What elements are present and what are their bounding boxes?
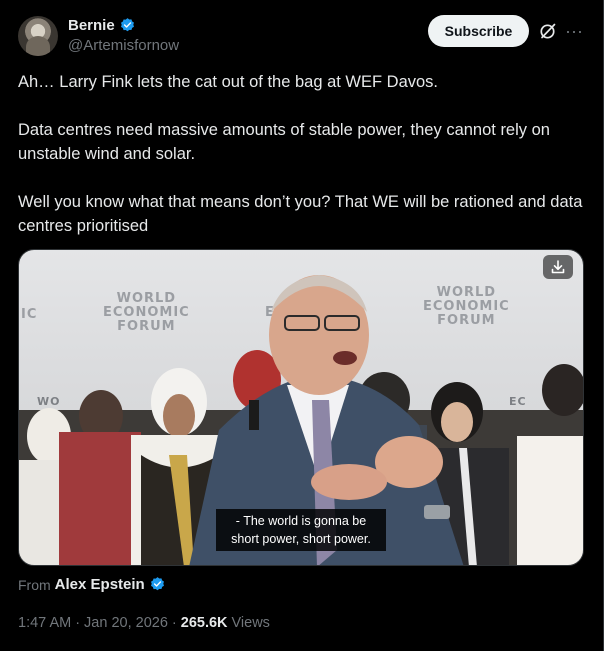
tweet-paragraph: Ah… Larry Fink lets the cat out of the b…	[18, 73, 439, 91]
tweet-text: Ah… Larry Fink lets the cat out of the b…	[18, 70, 588, 238]
source-name[interactable]: Alex Epstein	[55, 576, 145, 593]
display-name[interactable]: Bernie	[68, 17, 115, 34]
grok-icon[interactable]	[538, 21, 558, 41]
source-prefix: From	[18, 576, 51, 593]
views-count: 265.6K	[180, 615, 228, 631]
media-source: From Alex Epstein	[18, 576, 166, 593]
subscribe-button[interactable]: Subscribe	[428, 15, 529, 47]
verified-badge-icon	[120, 18, 134, 32]
post-date[interactable]: Jan 20, 2026	[84, 615, 168, 631]
post-time[interactable]: 1:47 AM	[18, 615, 71, 631]
meta-separator: ·	[75, 615, 81, 631]
video-player[interactable]: WORLD ECONOMIC FORUM WORLD ECONOMIC FORU…	[18, 249, 584, 566]
author-handle[interactable]: @Artemisfornow	[68, 37, 179, 54]
meta-separator: ·	[171, 615, 177, 631]
views-label: Views	[231, 615, 270, 631]
download-button[interactable]	[543, 255, 573, 279]
author-name-row: Bernie	[68, 17, 136, 34]
tweet-paragraph: Data centres need massive amounts of sta…	[18, 121, 550, 163]
tweet-paragraph: Well you know what that means don’t you?…	[18, 193, 583, 235]
video-caption: - The world is gonna be short power, sho…	[216, 509, 386, 551]
post-meta: 1:47 AM · Jan 20, 2026 · 265.6K Views	[18, 615, 270, 631]
avatar[interactable]	[18, 16, 58, 56]
video-frame: WORLD ECONOMIC FORUM WORLD ECONOMIC FORU…	[19, 250, 583, 565]
verified-badge-icon	[150, 577, 164, 591]
post: Bernie @Artemisfornow Subscribe ··· Ah… …	[0, 0, 604, 651]
more-options-icon[interactable]: ···	[564, 21, 584, 41]
download-icon	[551, 260, 565, 274]
